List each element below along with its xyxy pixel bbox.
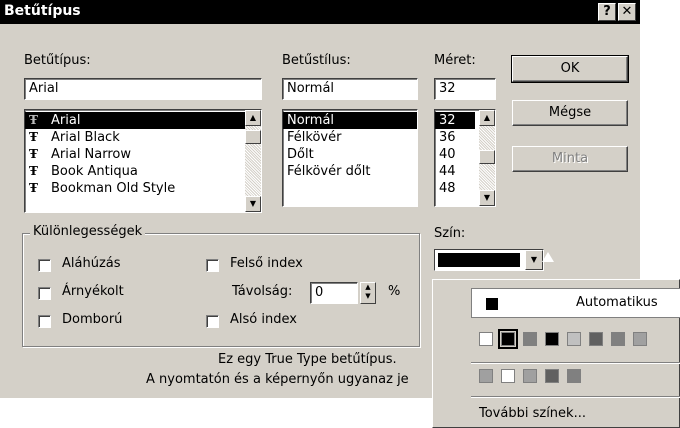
spin-down-icon[interactable]: ▼ bbox=[361, 292, 375, 301]
dialog-title: Betűtípus bbox=[4, 3, 81, 19]
font-list: Ŧ Arial Ŧ Arial Black Ŧ Arial Narrow Ŧ Book … bbox=[25, 110, 261, 197]
shadow-checkbox[interactable] bbox=[38, 287, 51, 300]
style-label: Betűstílus: bbox=[282, 53, 351, 68]
close-button[interactable]: ✕ bbox=[618, 3, 636, 21]
size-scrollbar[interactable]: ▲ ▼ bbox=[479, 110, 495, 206]
shadow-label: Árnyékolt bbox=[62, 284, 124, 299]
truetype-icon: Ŧ bbox=[29, 181, 38, 195]
superscript-label: Felső index bbox=[230, 256, 303, 271]
truetype-icon: Ŧ bbox=[29, 164, 38, 178]
style-input[interactable]: Normál bbox=[282, 78, 418, 100]
color-swatch-option[interactable] bbox=[545, 332, 559, 346]
cancel-button[interactable]: Mégse bbox=[512, 100, 628, 126]
color-swatch-option[interactable] bbox=[589, 332, 603, 346]
style-item-bold-italic[interactable]: Félkövér dőlt bbox=[283, 163, 417, 180]
color-label: Szín: bbox=[434, 226, 466, 241]
font-input[interactable]: Arial bbox=[24, 78, 262, 100]
font-label: Betűtípus: bbox=[24, 53, 91, 68]
style-item-italic[interactable]: Dőlt bbox=[283, 146, 417, 163]
scroll-down-icon[interactable]: ▼ bbox=[479, 190, 495, 206]
automatic-label: Automatikus bbox=[576, 295, 658, 310]
color-dropdown[interactable]: ▼ bbox=[434, 249, 544, 271]
ok-button[interactable]: OK bbox=[511, 55, 629, 83]
font-item-label: Arial Narrow bbox=[51, 147, 132, 162]
scroll-thumb[interactable] bbox=[479, 150, 495, 164]
more-colors-option[interactable]: További színek... bbox=[479, 406, 586, 421]
font-scrollbar[interactable]: ▲ ▼ bbox=[245, 110, 261, 212]
color-swatch-option[interactable] bbox=[567, 369, 581, 383]
distance-spinner[interactable]: ▲ ▼ bbox=[360, 282, 376, 304]
separator bbox=[471, 396, 680, 398]
color-swatch-option[interactable] bbox=[567, 332, 581, 346]
font-item-arial-black[interactable]: Ŧ Arial Black bbox=[25, 129, 261, 146]
emboss-checkbox[interactable] bbox=[38, 315, 51, 328]
font-item-label: Arial bbox=[51, 113, 81, 128]
distance-input[interactable]: 0 bbox=[310, 282, 358, 304]
size-label: Méret: bbox=[434, 53, 476, 68]
color-popup: Automatikus További színek... bbox=[432, 279, 680, 428]
scroll-up-icon[interactable]: ▲ bbox=[245, 110, 261, 126]
size-listbox[interactable]: 32 36 40 44 48 ▲ ▼ bbox=[434, 109, 496, 207]
automatic-color-option[interactable]: Automatikus bbox=[471, 288, 680, 318]
color-swatch-option[interactable] bbox=[498, 329, 518, 349]
separator bbox=[471, 362, 680, 364]
info-line-2: A nyomtatón és a képernyőn ugyanaz je bbox=[146, 372, 409, 387]
size-input[interactable]: 32 bbox=[434, 78, 496, 100]
font-listbox[interactable]: Ŧ Arial Ŧ Arial Black Ŧ Arial Narrow Ŧ Book … bbox=[24, 109, 262, 213]
color-swatch-option[interactable] bbox=[479, 332, 493, 346]
emboss-label: Domború bbox=[62, 312, 123, 327]
color-swatch-option[interactable] bbox=[633, 332, 647, 346]
color-swatch-option[interactable] bbox=[611, 332, 625, 346]
scroll-down-icon[interactable]: ▼ bbox=[245, 196, 261, 212]
style-item-bold[interactable]: Félkövér bbox=[283, 129, 417, 146]
effects-group-label: Különlegességek bbox=[30, 224, 146, 239]
color-swatch-option[interactable] bbox=[523, 369, 537, 383]
automatic-swatch bbox=[486, 298, 498, 310]
style-list: Normál Félkövér Dőlt Félkövér dőlt bbox=[283, 110, 417, 180]
font-item-label: Arial Black bbox=[51, 130, 120, 145]
subscript-label: Alsó index bbox=[230, 312, 297, 327]
font-item-arial[interactable]: Ŧ Arial bbox=[25, 112, 261, 129]
size-item[interactable]: 32 bbox=[435, 112, 475, 129]
truetype-icon: Ŧ bbox=[29, 113, 38, 127]
color-swatch-option[interactable] bbox=[479, 369, 493, 383]
font-item-bookman[interactable]: Ŧ Bookman Old Style bbox=[25, 180, 261, 197]
color-swatch-option[interactable] bbox=[545, 369, 559, 383]
scroll-thumb[interactable] bbox=[245, 130, 261, 144]
distance-label: Távolság: bbox=[232, 284, 293, 299]
dropdown-arrow-icon[interactable]: ▼ bbox=[525, 250, 543, 270]
spin-up-icon[interactable]: ▲ bbox=[361, 283, 375, 292]
underline-checkbox[interactable] bbox=[38, 259, 51, 272]
color-swatch bbox=[438, 253, 520, 267]
font-item-arial-narrow[interactable]: Ŧ Arial Narrow bbox=[25, 146, 261, 163]
font-item-label: Bookman Old Style bbox=[51, 181, 176, 196]
distance-unit: % bbox=[388, 284, 401, 299]
preview-button[interactable]: Minta bbox=[512, 146, 628, 172]
font-item-book-antiqua[interactable]: Ŧ Book Antiqua bbox=[25, 163, 261, 180]
font-item-label: Book Antiqua bbox=[51, 164, 138, 179]
color-swatch-option[interactable] bbox=[501, 369, 515, 383]
title-bar: Betűtípus ? ✕ bbox=[0, 0, 640, 24]
help-button[interactable]: ? bbox=[598, 3, 616, 21]
color-swatch-option[interactable] bbox=[523, 332, 537, 346]
truetype-icon: Ŧ bbox=[29, 147, 38, 161]
truetype-icon: Ŧ bbox=[29, 130, 38, 144]
mouse-cursor-icon bbox=[542, 252, 554, 262]
info-line-1: Ez egy True Type betűtípus. bbox=[218, 352, 397, 367]
underline-label: Aláhúzás bbox=[62, 256, 121, 271]
superscript-checkbox[interactable] bbox=[206, 259, 219, 272]
style-item-normal[interactable]: Normál bbox=[283, 112, 417, 129]
subscript-checkbox[interactable] bbox=[206, 315, 219, 328]
style-listbox[interactable]: Normál Félkövér Dőlt Félkövér dőlt bbox=[282, 109, 418, 207]
scroll-up-icon[interactable]: ▲ bbox=[479, 110, 495, 126]
